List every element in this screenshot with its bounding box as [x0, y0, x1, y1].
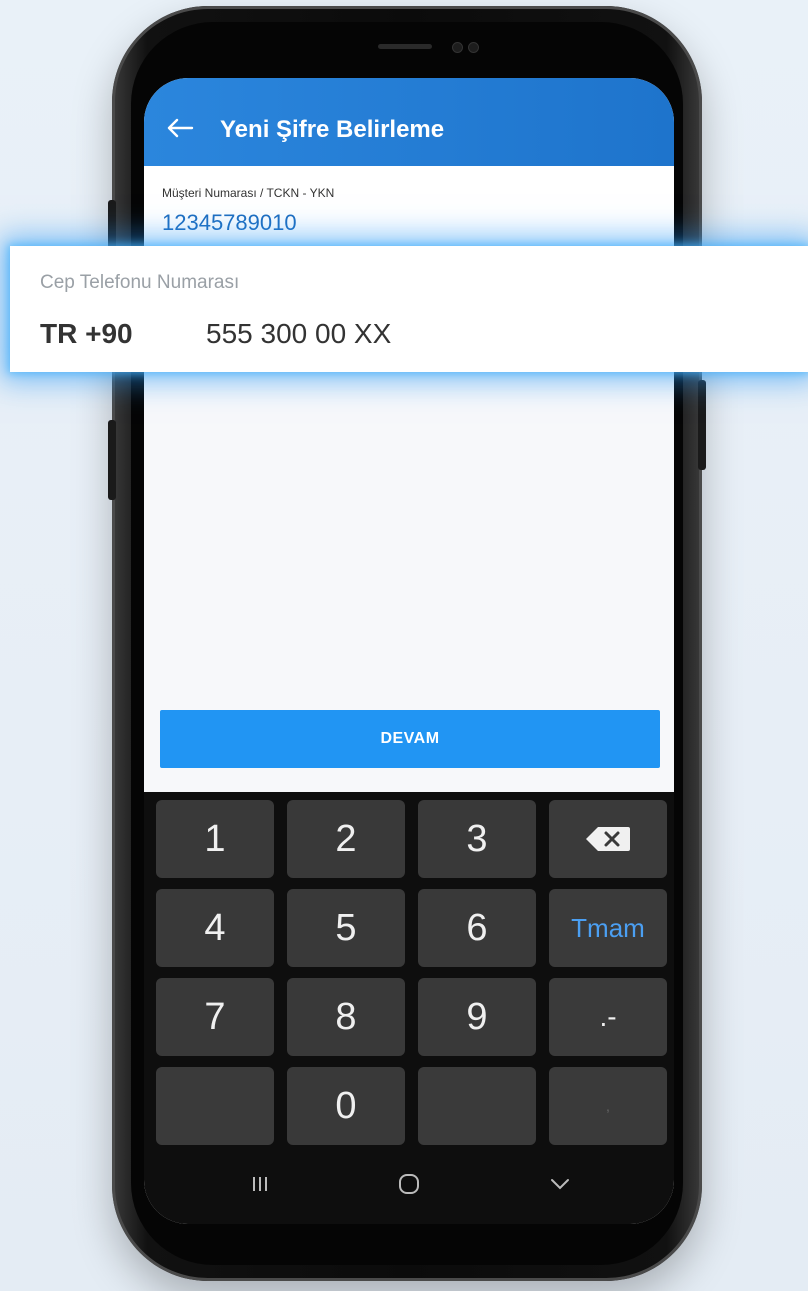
customer-number-field[interactable]: Müşteri Numarası / TCKN - YKN 1234578901…: [144, 166, 674, 250]
app-bar: Yeni Şifre Belirleme: [144, 78, 674, 166]
home-icon: [399, 1174, 419, 1194]
recent-apps-button[interactable]: [240, 1166, 280, 1202]
key-6[interactable]: 6: [418, 889, 536, 967]
key-2[interactable]: 2: [287, 800, 405, 878]
sensor-icon: [452, 42, 463, 53]
comma-key[interactable]: ,: [549, 1067, 667, 1145]
customer-number-value[interactable]: 12345789010: [162, 210, 297, 236]
power-button: [698, 380, 706, 470]
key-0[interactable]: 0: [287, 1067, 405, 1145]
done-key[interactable]: Tmam: [549, 889, 667, 967]
phone-number-value[interactable]: 555 300 00 XX: [206, 318, 391, 350]
country-code[interactable]: TR +90: [40, 318, 133, 350]
front-camera-icon: [468, 42, 479, 53]
back-arrow-icon[interactable]: [166, 118, 194, 138]
backspace-icon: [586, 827, 630, 851]
customer-number-label: Müşteri Numarası / TCKN - YKN: [162, 186, 335, 200]
key-9[interactable]: 9: [418, 978, 536, 1056]
key-8[interactable]: 8: [287, 978, 405, 1056]
done-key-label: Tmam: [571, 912, 645, 943]
phone-number-callout[interactable]: Cep Telefonu Numarası TR +90 555 300 00 …: [10, 246, 808, 372]
dot-dash-key[interactable]: .-: [549, 978, 667, 1056]
empty-key: [156, 1067, 274, 1145]
back-nav-button[interactable]: [540, 1166, 580, 1202]
system-nav-bar: [144, 1144, 674, 1224]
key-7[interactable]: 7: [156, 978, 274, 1056]
home-button[interactable]: [389, 1166, 429, 1202]
key-3[interactable]: 3: [418, 800, 536, 878]
recent-apps-icon: [253, 1177, 267, 1191]
empty-key: [418, 1067, 536, 1145]
key-4[interactable]: 4: [156, 889, 274, 967]
back-nav-icon: [551, 1179, 569, 1190]
speaker-grille: [378, 44, 432, 49]
volume-down-button: [108, 420, 116, 500]
key-1[interactable]: 1: [156, 800, 274, 878]
phone-number-label: Cep Telefonu Numarası: [40, 272, 240, 293]
page-title: Yeni Şifre Belirleme: [220, 116, 445, 143]
backspace-key[interactable]: [549, 800, 667, 878]
key-5[interactable]: 5: [287, 889, 405, 967]
continue-button[interactable]: DEVAM: [160, 710, 660, 768]
